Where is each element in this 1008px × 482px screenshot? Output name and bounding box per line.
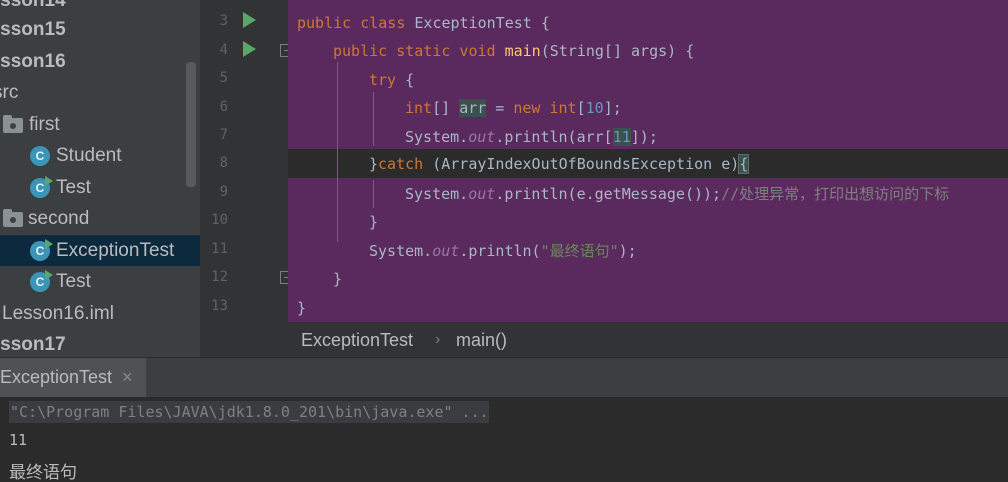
console-output-line: 最终语句 — [9, 463, 77, 482]
tree-item-label: Test — [56, 177, 91, 198]
package-folder-icon — [3, 115, 23, 133]
breadcrumb-separator: › — [435, 331, 441, 348]
line-number: 5 — [219, 70, 228, 86]
runnable-class-icon: C — [30, 239, 53, 261]
tree-item-label: Lesson16 — [0, 51, 66, 72]
run-tab-label: ExceptionTest — [0, 367, 113, 387]
run-class-icon[interactable] — [243, 12, 256, 28]
indent-guide — [373, 92, 374, 146]
code-line-13: } — [297, 299, 307, 317]
tree-item-test-first[interactable]: C Test — [0, 172, 200, 203]
tree-item-test-second[interactable]: C Test — [0, 266, 200, 297]
tree-item-label: first — [29, 114, 60, 135]
breadcrumb-method[interactable]: main() — [456, 330, 507, 351]
tree-item-label: Lesson15 — [0, 19, 66, 40]
tree-item-label: Lesson17 — [0, 334, 66, 355]
line-number: 4 — [219, 42, 228, 58]
code-line-3: public class ExceptionTest { — [297, 14, 550, 32]
tree-item-lesson17[interactable]: Lesson17 — [0, 329, 200, 357]
run-main-icon[interactable] — [243, 41, 256, 57]
indent-guide — [373, 180, 374, 208]
close-icon[interactable]: × — [122, 367, 133, 388]
tree-item-student[interactable]: C Student — [0, 140, 200, 171]
code-line-8: }catch (ArrayIndexOutOfBoundsException e… — [369, 154, 750, 174]
tree-item-label: ExceptionTest — [56, 240, 175, 261]
console-command-line: "C:\Program Files\JAVA\jdk1.8.0_201\bin\… — [9, 401, 489, 423]
tree-item-first[interactable]: first — [0, 109, 200, 140]
line-number: 7 — [219, 127, 228, 143]
tree-item-exceptiontest[interactable]: C ExceptionTest — [0, 235, 200, 266]
run-console[interactable]: "C:\Program Files\JAVA\jdk1.8.0_201\bin\… — [0, 397, 1008, 482]
line-number: 9 — [219, 184, 228, 200]
code-line-6: int[] arr = new int[10]; — [405, 99, 622, 117]
line-number: 13 — [211, 298, 228, 314]
code-line-9: System.out.println(e.getMessage());//处理异… — [405, 185, 950, 203]
tree-item-second[interactable]: second — [0, 203, 200, 234]
line-number: 3 — [219, 13, 228, 29]
code-line-12: } — [333, 270, 343, 288]
code-line-4: public static void main(String[] args) { — [333, 42, 695, 60]
indent-guide — [337, 62, 338, 242]
tree-item-label: Test — [56, 271, 91, 292]
code-line-7: System.out.println(arr[11]); — [405, 128, 658, 146]
breadcrumb-class[interactable]: ExceptionTest — [301, 330, 413, 351]
java-class-icon: C — [30, 146, 50, 166]
code-line-5: try { — [369, 71, 415, 89]
run-tab-exceptiontest[interactable]: ExceptionTest × — [0, 358, 146, 398]
package-folder-icon — [3, 209, 23, 227]
line-number: 8 — [219, 155, 228, 171]
editor-breadcrumb: ExceptionTest › main() — [200, 322, 1008, 358]
sidebar-scrollbar[interactable] — [186, 62, 196, 187]
tree-item-lesson15[interactable]: Lesson15 — [0, 14, 200, 45]
tree-item-src[interactable]: src — [0, 77, 200, 108]
tree-item-label: Student — [56, 145, 122, 166]
code-line-11: System.out.println("最终语句"); — [369, 242, 637, 260]
code-line-10: } — [369, 213, 379, 231]
line-number: 6 — [219, 99, 228, 115]
editor-gutter: 3 4 5 6 7 8 9 10 11 12 13 — [200, 0, 326, 322]
tree-item-iml[interactable]: Lesson16.iml — [0, 298, 200, 329]
runnable-class-icon: C — [30, 270, 53, 292]
line-number: 12 — [211, 269, 228, 285]
console-output-line: 11 — [9, 431, 28, 449]
tree-item-label: second — [28, 208, 90, 229]
project-tree: Lesson14 Lesson15 Lesson16 src first C S… — [0, 0, 200, 357]
runnable-class-icon: C — [30, 176, 53, 198]
code-editor[interactable]: public class ExceptionTest { public stat… — [288, 0, 1008, 322]
line-number: 10 — [211, 212, 228, 228]
tree-item-label: Lesson16.iml — [2, 303, 114, 324]
line-number: 11 — [211, 241, 228, 257]
tree-item-lesson16[interactable]: Lesson16 — [0, 46, 200, 77]
run-tool-window-tabs: ExceptionTest × — [0, 357, 1008, 398]
tree-item-label: src — [0, 82, 19, 103]
